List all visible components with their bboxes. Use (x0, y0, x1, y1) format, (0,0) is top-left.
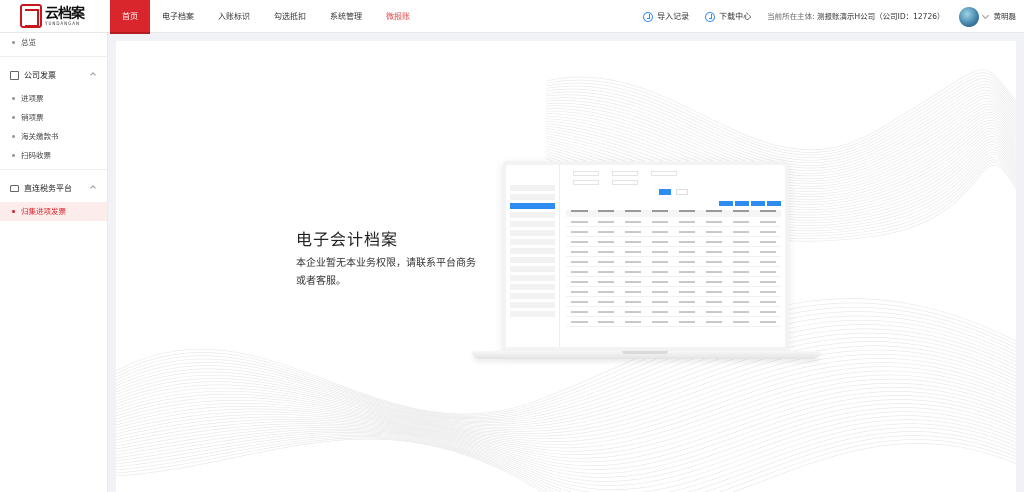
main-panel: 电子会计档案 本企业暂无本业务权限，请联系平台商务或者客服。 (116, 41, 1016, 492)
nav-system[interactable]: 系统管理 (318, 0, 374, 33)
mini-tag (510, 248, 555, 254)
mini-table-title (566, 202, 567, 206)
logo-subtext: YUNDANGAN (45, 20, 80, 26)
current-entity-prefix: 当前所在主体: (767, 12, 815, 21)
sidebar-item-label: 进项票 (21, 94, 44, 103)
mini-tag (510, 221, 555, 227)
permission-message: 本企业暂无本业务权限，请联系平台商务或者客服。 (296, 258, 476, 287)
username[interactable]: 黄明磊 (994, 11, 1017, 22)
mini-input (572, 171, 599, 176)
main-nav: 首页 电子档案 入账标识 勾选抵扣 系统管理 微报账 (110, 0, 422, 34)
mini-tag (510, 275, 555, 281)
page-title: 电子会计档案 (296, 230, 399, 249)
nav-e-archive[interactable]: 电子档案 (150, 0, 206, 33)
mini-tag (510, 302, 555, 308)
sidebar-item-input-invoice[interactable]: 进项票 (0, 89, 107, 108)
download-center-button[interactable]: 下载中心 (705, 11, 751, 22)
divider (0, 169, 107, 170)
sidebar-group-label: 直连税务平台 (24, 183, 72, 193)
mini-tag (510, 194, 555, 200)
mini-table (566, 210, 781, 327)
mini-tag (510, 212, 555, 218)
mini-tag (510, 230, 555, 236)
clock-icon (643, 11, 654, 22)
sidebar-item-label: 总览 (21, 38, 36, 47)
download-center-label: 下载中心 (719, 12, 752, 21)
mini-label (644, 172, 645, 176)
mini-label (605, 181, 606, 185)
mini-tag (510, 239, 555, 245)
sidebar-group-label: 公司发票 (24, 70, 56, 80)
sidebar-item-scan-receive[interactable]: 扫码收票 (0, 146, 107, 165)
logo[interactable]: 云档案 YUNDANGAN (0, 0, 110, 33)
download-icon (705, 11, 716, 22)
chevron-up-icon (90, 72, 96, 78)
nav-deduction[interactable]: 勾选抵扣 (262, 0, 318, 33)
mini-label (605, 172, 606, 176)
sidebar-item-collect-input[interactable]: 归集进项发票 (0, 202, 107, 221)
mini-subtitle-bar (510, 176, 555, 180)
dot-icon (12, 210, 15, 213)
mini-tag (510, 311, 555, 317)
dot-icon (12, 116, 15, 119)
dot-icon (12, 97, 15, 100)
mini-tag (510, 257, 555, 263)
current-entity: 当前所在主体: 测报账演示H公司（公司ID：12726） (767, 11, 944, 22)
sidebar-item-label: 扫码收票 (21, 151, 51, 160)
dot-icon (12, 135, 15, 138)
laptop-notch (622, 351, 668, 354)
mini-tag (510, 284, 555, 290)
mini-input (572, 180, 599, 185)
chevron-up-icon (90, 185, 96, 191)
sidebar-item-output-invoice[interactable]: 销项票 (0, 108, 107, 127)
import-records-label: 导入记录 (657, 12, 690, 21)
sidebar-item-label: 销项票 (21, 113, 44, 122)
sidebar-item-label: 海关缴款书 (21, 132, 59, 141)
logo-text: 云档案 (45, 5, 85, 22)
divider (0, 56, 107, 57)
logo-icon (20, 4, 42, 28)
sidebar-item-overview[interactable]: 总览 (0, 33, 107, 52)
dot-icon (12, 41, 15, 44)
top-bar: 云档案 YUNDANGAN 首页 电子档案 入账标识 勾选抵扣 系统管理 微报账… (0, 0, 1024, 34)
car-icon (10, 184, 19, 192)
sidebar-item-label: 归集进项发票 (21, 207, 66, 216)
laptop-illustration (502, 161, 789, 351)
mini-tag (510, 293, 555, 299)
mini-search-button (659, 189, 671, 195)
nav-micro-expense[interactable]: 微报账 (374, 0, 422, 33)
mini-label (566, 181, 567, 185)
current-entity-name: 测报账演示H公司（公司ID：12726） (817, 12, 945, 21)
mini-reset-button (676, 189, 688, 195)
invoice-icon (10, 70, 19, 80)
dot-icon (12, 154, 15, 157)
sidebar-group-tax-platform[interactable]: 直连税务平台 (0, 174, 107, 202)
sidebar-item-customs-payment[interactable]: 海关缴款书 (0, 127, 107, 146)
mini-toolbar (719, 201, 781, 206)
sidebar-group-company-invoices[interactable]: 公司发票 (0, 61, 107, 89)
nav-home[interactable]: 首页 (110, 0, 150, 34)
nav-entry-mark[interactable]: 入账标识 (206, 0, 262, 33)
chevron-down-icon[interactable] (981, 11, 989, 19)
mini-tag (510, 266, 555, 272)
mini-input (611, 180, 638, 185)
mini-tag (510, 203, 555, 209)
mini-tag (510, 185, 555, 191)
sidebar: 总览 公司发票 进项票 销项票 海关缴款书 扫码收票 直连税务平台 归集进项发票 (0, 33, 108, 492)
avatar[interactable] (958, 6, 979, 27)
mini-input (650, 171, 677, 176)
import-records-button[interactable]: 导入记录 (643, 11, 689, 22)
mini-input (611, 171, 638, 176)
mini-label (566, 172, 567, 176)
